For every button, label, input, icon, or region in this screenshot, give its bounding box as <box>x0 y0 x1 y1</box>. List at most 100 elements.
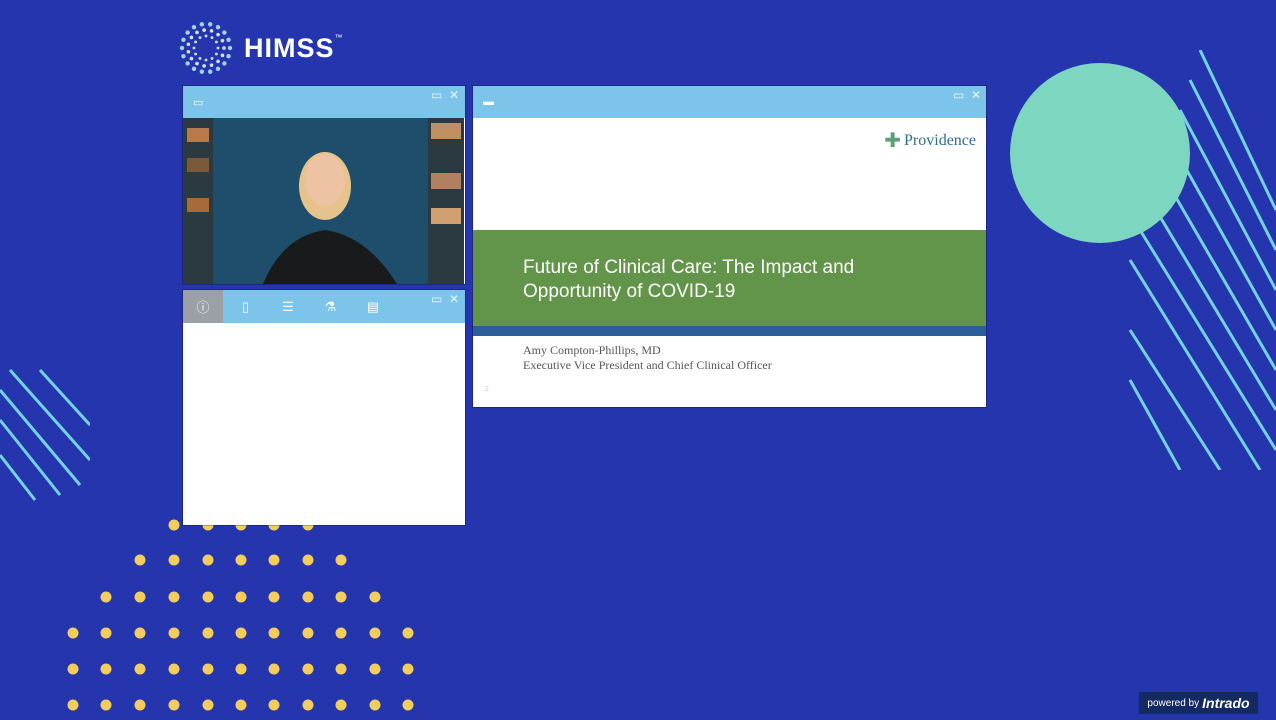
close-icon[interactable]: ✕ <box>449 292 459 306</box>
logo-dot <box>209 29 214 33</box>
flask-icon[interactable]: ⚗ <box>311 290 351 323</box>
decorative-dot <box>100 663 112 675</box>
decorative-dot <box>335 627 347 639</box>
logo-dot <box>216 46 220 50</box>
video-window-titlebar[interactable]: ▭ ▭ ✕ <box>183 86 465 118</box>
list-icon[interactable]: ☰ <box>268 290 308 323</box>
logo-dot <box>210 56 214 60</box>
slide-window-titlebar[interactable]: ▬ ▭ ✕ <box>473 86 986 118</box>
decorative-dot <box>100 699 112 711</box>
logo-dot <box>215 66 221 71</box>
notes-icon[interactable]: ▤ <box>353 290 393 323</box>
decorative-dot <box>268 591 280 603</box>
decorative-dot <box>335 663 347 675</box>
logo-dot <box>189 35 194 40</box>
slide-author: Amy Compton-Phillips, MD <box>523 343 661 357</box>
powered-by-badge: powered by Intrado <box>1139 692 1258 714</box>
decorative-dot <box>268 627 280 639</box>
logo-dot <box>192 46 196 50</box>
decorative-dot <box>335 591 347 603</box>
logo-dot <box>220 38 225 43</box>
decorative-dot <box>67 663 79 675</box>
decorative-dot <box>369 627 381 639</box>
maximize-icon[interactable]: ▭ <box>953 88 964 102</box>
logo-dot <box>222 46 226 50</box>
logo-dot <box>202 64 206 68</box>
decorative-dot <box>67 627 79 639</box>
decorative-dot <box>202 699 214 711</box>
decorative-dot <box>168 627 180 639</box>
decorative-dot <box>402 663 414 675</box>
chat-icon[interactable]: ▬ <box>483 96 494 108</box>
logo-dot <box>191 25 197 30</box>
cross-icon: ✚ <box>884 130 902 152</box>
slide-window: ▬ ▭ ✕ ✚ Providence Future of Clinical Ca… <box>473 86 986 407</box>
decorative-dot <box>168 663 180 675</box>
decorative-dot <box>302 591 314 603</box>
logo-dot <box>185 61 190 66</box>
logo-dot <box>189 56 194 61</box>
decorative-dot <box>67 699 79 711</box>
logo-dot <box>222 30 227 35</box>
decorative-dot <box>402 699 414 711</box>
logo-dot <box>216 32 220 37</box>
logo-dot <box>181 37 186 42</box>
decorative-dot <box>134 554 146 566</box>
decorative-circle-stripes <box>1010 50 1276 470</box>
logo-dot <box>215 25 221 30</box>
decorative-dot <box>302 699 314 711</box>
decorative-dot <box>235 699 247 711</box>
logo-dot <box>198 56 202 60</box>
logo-dot <box>199 22 205 27</box>
logo-dot <box>186 49 191 54</box>
decorative-dot <box>168 591 180 603</box>
panel-tabbar: ▭ ✕ ⓘ ▯ ☰ ⚗ ▤ <box>183 290 465 323</box>
decorative-dot <box>202 591 214 603</box>
decorative-dot <box>100 627 112 639</box>
logo-dot <box>204 58 208 62</box>
logo-dot <box>207 69 213 74</box>
decorative-dot <box>302 663 314 675</box>
decorative-dot <box>268 554 280 566</box>
decorative-dot <box>268 663 280 675</box>
logo-dot <box>226 37 231 42</box>
slide-strip <box>473 326 986 336</box>
logo-dot <box>185 30 190 35</box>
decorative-dot <box>369 591 381 603</box>
decorative-dot <box>134 627 146 639</box>
maximize-icon[interactable]: ▭ <box>431 88 442 102</box>
logo-dot <box>179 45 185 51</box>
logo-dot <box>198 36 202 40</box>
decorative-dot <box>235 591 247 603</box>
logo-dot <box>210 36 214 40</box>
logo-dot <box>186 42 191 47</box>
powered-by-label: powered by <box>1147 697 1200 709</box>
slide-title: Future of Clinical Care: The Impact and … <box>523 257 855 302</box>
decorative-dot <box>134 663 146 675</box>
decorative-dot <box>235 663 247 675</box>
logo-dot <box>222 61 227 66</box>
panel-window: ▭ ✕ ⓘ ▯ ☰ ⚗ ▤ <box>183 290 465 525</box>
speaker-video <box>183 118 464 284</box>
decorative-dot <box>100 591 112 603</box>
video-window: ▭ ▭ ✕ <box>183 86 465 284</box>
close-icon[interactable]: ✕ <box>971 88 981 102</box>
providence-logo: ✚ Providence <box>884 128 976 153</box>
decorative-dot <box>235 554 247 566</box>
decorative-dot <box>302 554 314 566</box>
document-icon[interactable]: ▯ <box>226 290 266 323</box>
slide-page-number: 2 <box>485 386 489 393</box>
logo-dot <box>216 59 220 64</box>
himss-logo-icon <box>179 22 233 74</box>
maximize-icon[interactable]: ▭ <box>431 292 442 306</box>
logo-dot <box>195 61 199 66</box>
info-icon[interactable]: ⓘ <box>183 290 223 323</box>
logo-dot <box>194 52 198 56</box>
decorative-dot <box>168 699 180 711</box>
close-icon[interactable]: ✕ <box>449 88 459 102</box>
presentation-icon[interactable]: ▭ <box>193 96 203 109</box>
decorative-dot <box>134 699 146 711</box>
decorative-dot <box>369 663 381 675</box>
logo-dot <box>194 40 198 44</box>
decorative-dot <box>168 554 180 566</box>
